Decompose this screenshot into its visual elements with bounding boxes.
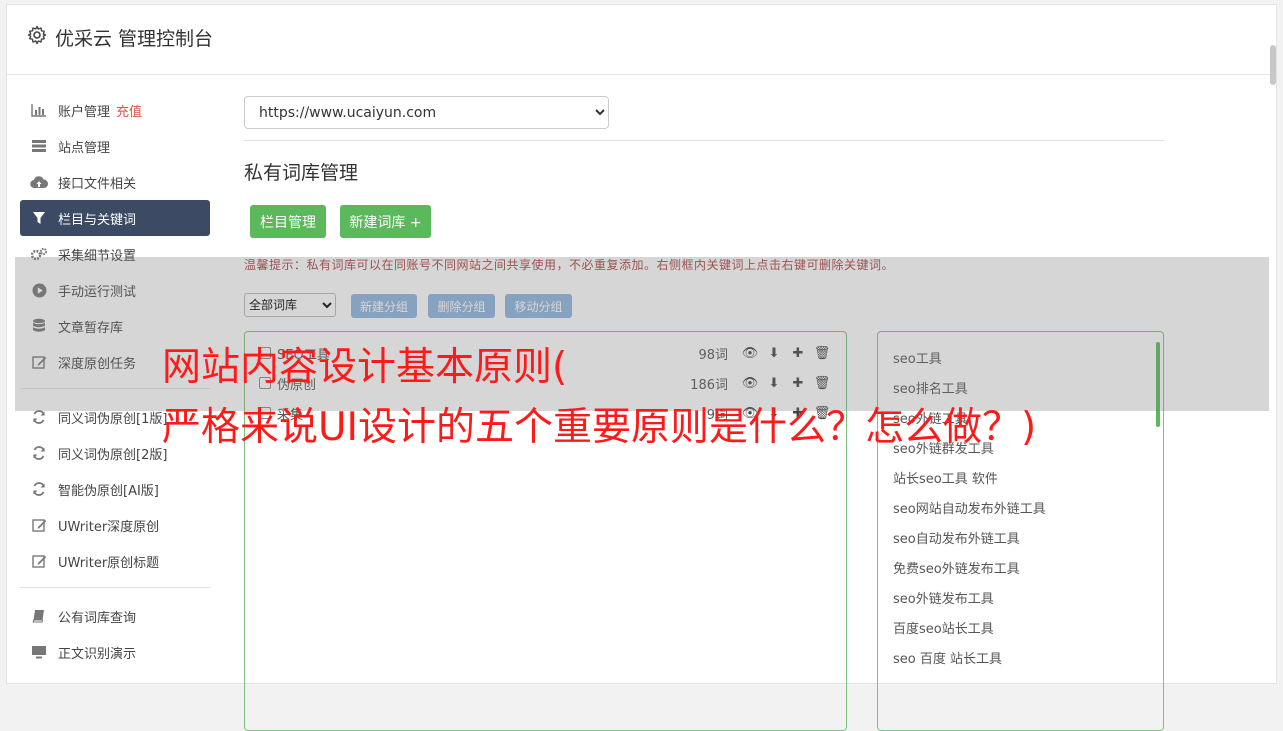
overlay-title-line2: 严格来说UI设计的五个重要原则是什么？怎么做？) (162, 405, 1037, 450)
monitor-icon (30, 643, 48, 661)
page-title: 私有词库管理 (244, 162, 359, 184)
sidebar-item-label: 正文识别演示 (58, 646, 137, 662)
sidebar-item-ai-original[interactable]: 智能伪原创[AI版] (20, 471, 210, 507)
sidebar-item-account[interactable]: 账户管理 充值 (20, 92, 210, 128)
keyword-item[interactable]: seo自动发布外链工具 (893, 528, 1020, 547)
cloud-upload-icon (30, 173, 48, 191)
refresh-icon (30, 480, 48, 498)
sidebar-divider (20, 587, 210, 588)
sidebar-item-uwriter-deep[interactable]: UWriter深度原创 (20, 507, 210, 543)
bar-chart-icon (30, 101, 48, 119)
window-scrollbar[interactable] (1270, 45, 1276, 85)
sidebar-item-label: 栏目与关键词 (58, 212, 137, 228)
sidebar-item-label: UWriter深度原创 (58, 519, 160, 535)
sidebar-item-uwriter-title[interactable]: UWriter原创标题 (20, 543, 210, 579)
column-manage-button[interactable]: 栏目管理 (250, 205, 326, 238)
sidebar-item-label: 智能伪原创[AI版] (58, 483, 159, 499)
edit-icon (30, 552, 48, 570)
sidebar-item-columns-keywords[interactable]: 栏目与关键词 (20, 200, 210, 236)
sidebar-item-label: 站点管理 (58, 140, 111, 156)
keyword-item[interactable]: seo外链发布工具 (893, 588, 994, 607)
gear-icon[interactable] (27, 25, 47, 45)
site-select[interactable]: https://www.ucaiyun.com (244, 96, 609, 129)
keyword-item[interactable]: 站长seo工具 软件 (893, 468, 998, 487)
divider (244, 140, 1164, 141)
overlay-title-line1: 网站内容设计基本原则( (162, 345, 568, 390)
keyword-item[interactable]: seo 百度 站长工具 (893, 648, 1002, 667)
refresh-icon (30, 444, 48, 462)
sidebar-item-label: UWriter原创标题 (58, 555, 160, 571)
sidebar-item-sites[interactable]: 站点管理 (20, 128, 210, 164)
sidebar-item-interface[interactable]: 接口文件相关 (20, 164, 210, 200)
sidebar-item-label: 同义词伪原创[2版] (58, 447, 168, 463)
sidebar-item-label: 账户管理 (58, 104, 111, 120)
keyword-item[interactable]: 免费seo外链发布工具 (893, 558, 1020, 577)
server-icon (30, 137, 48, 155)
edit-icon (30, 516, 48, 534)
filter-icon (30, 209, 48, 227)
sidebar-item-public-lib[interactable]: 公有词库查询 (20, 598, 210, 634)
keyword-item[interactable]: seo网站自动发布外链工具 (893, 498, 1046, 517)
sidebar-item-label: 接口文件相关 (58, 176, 137, 192)
keyword-item[interactable]: 百度seo站长工具 (893, 618, 994, 637)
app-title: 优采云 管理控制台 (55, 28, 214, 50)
sidebar-item-text-recognition[interactable]: 正文识别演示 (20, 634, 210, 670)
sidebar-item-label: 公有词库查询 (58, 610, 137, 626)
header: 优采云 管理控制台 (7, 5, 1278, 75)
new-library-button[interactable]: 新建词库 + (340, 205, 431, 238)
recharge-link[interactable]: 充值 (116, 101, 142, 120)
book-icon (30, 607, 48, 625)
